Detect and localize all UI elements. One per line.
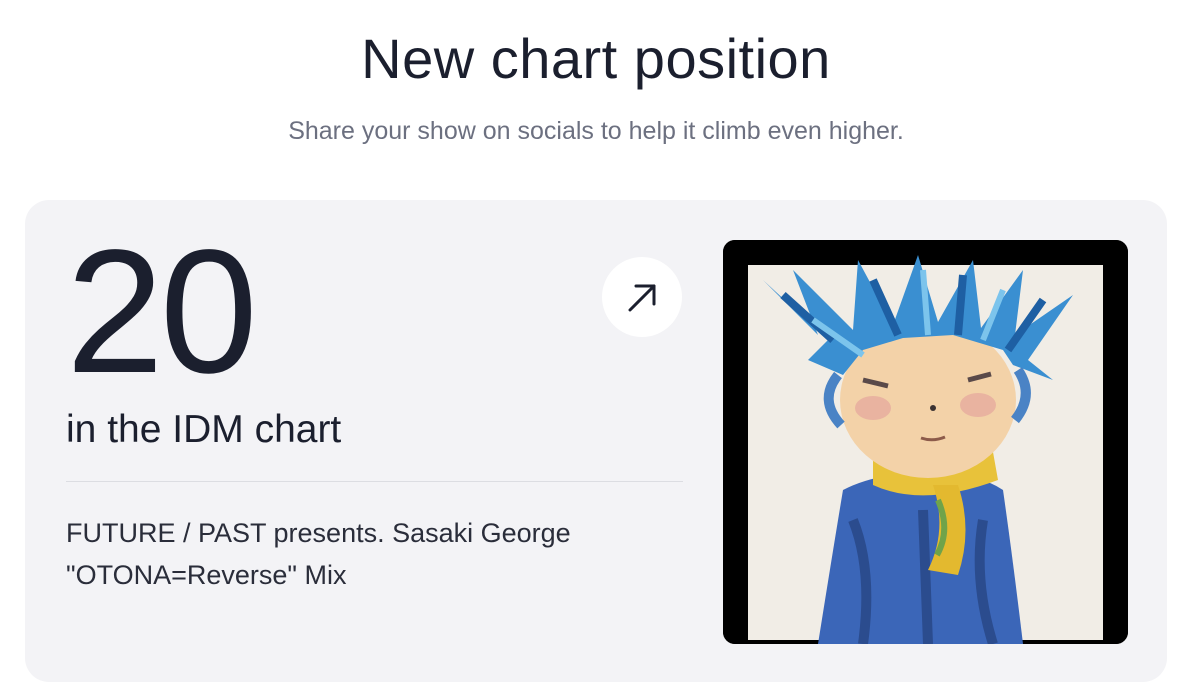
page-subtitle: Share your show on socials to help it cl… xyxy=(288,117,904,145)
chart-label: in the IDM chart xyxy=(66,408,342,451)
page-title: New chart position xyxy=(361,27,831,90)
show-artwork[interactable] xyxy=(723,240,1128,644)
chart-position-card: 20 in the IDM chart FUTURE / PAST presen… xyxy=(25,200,1167,682)
chart-rank: 20 xyxy=(66,214,258,410)
show-title-line1: FUTURE / PAST presents. Sasaki George xyxy=(66,518,571,548)
artwork-illustration xyxy=(723,240,1128,644)
arrow-up-right-icon xyxy=(628,284,656,312)
share-button[interactable] xyxy=(602,257,682,337)
show-title-line2: "OTONA=Reverse" Mix xyxy=(66,560,347,590)
show-title[interactable]: FUTURE / PAST presents. Sasaki George "O… xyxy=(66,512,666,596)
divider xyxy=(66,481,683,482)
